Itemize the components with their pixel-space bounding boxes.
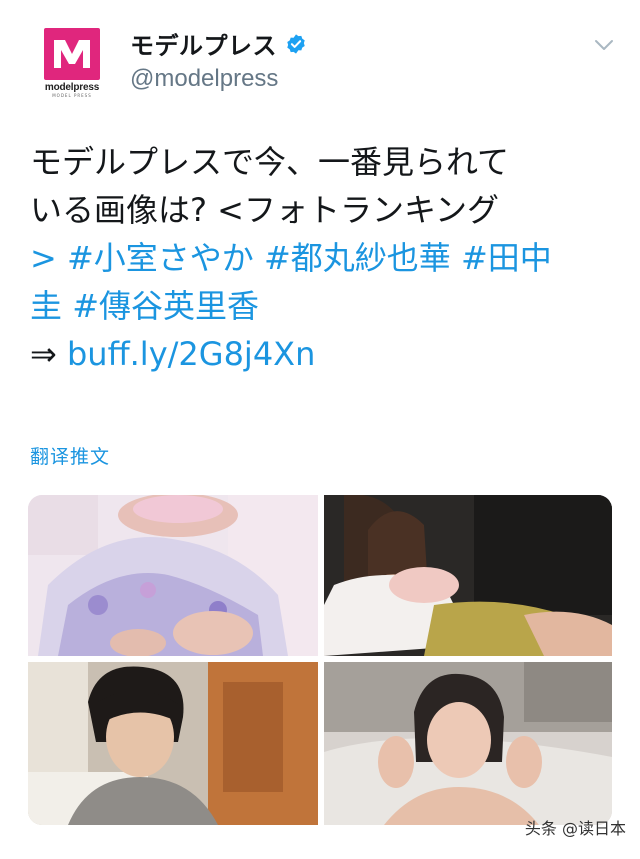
hashtag-link[interactable]: #傳谷英里香 [72, 287, 259, 325]
account-names: モデルプレス @modelpress [130, 26, 307, 93]
photo-1[interactable] [28, 495, 318, 656]
verified-badge-icon [287, 33, 305, 54]
account-handle[interactable]: @modelpress [130, 65, 307, 93]
tweet-line-2: いる画像は? <フォトランキング [30, 191, 500, 229]
tweet-gt: > [30, 239, 67, 277]
tweet-line-1: モデルプレスで今、一番見られて [30, 143, 510, 181]
tweet-url-link[interactable]: buff.ly/2G8j4Xn [67, 335, 315, 373]
watermark: 头条 @读日本 [524, 819, 626, 838]
m-logo-icon [54, 40, 90, 68]
avatar-wordmark: modelpress [44, 82, 100, 93]
hashtag-link[interactable]: #田中 [461, 239, 552, 277]
hashtag-link[interactable]: #小室さやか [67, 239, 254, 277]
tweet-line-5: ⇒ buff.ly/2G8j4Xn [30, 330, 615, 378]
media-grid [28, 495, 612, 825]
tweet-line-3: > #小室さやか #都丸紗也華 #田中 [30, 234, 615, 282]
photo-2[interactable] [324, 495, 612, 656]
photo-3[interactable] [28, 662, 318, 825]
hashtag-link-cont[interactable]: 圭 [30, 287, 62, 325]
arrow-glyph: ⇒ [30, 335, 67, 373]
photo-4[interactable] [324, 662, 612, 825]
avatar-subtitle: MODEL PRESS [52, 93, 92, 98]
avatar-logo [44, 28, 100, 80]
translate-tweet-link[interactable]: 翻译推文 [30, 442, 110, 469]
tweet-line-4: 圭 #傳谷英里香 [30, 282, 615, 330]
display-name[interactable]: モデルプレス [130, 26, 277, 61]
tweet-header: modelpress MODEL PRESS モデルプレス @modelpres… [30, 24, 620, 104]
avatar[interactable]: modelpress MODEL PRESS [44, 28, 100, 98]
tweet-text: モデルプレスで今、一番見られて いる画像は? <フォトランキング > #小室さや… [30, 138, 615, 378]
display-name-row: モデルプレス [130, 26, 307, 61]
chevron-down-icon[interactable] [594, 38, 614, 52]
hashtag-link[interactable]: #都丸紗也華 [264, 239, 451, 277]
